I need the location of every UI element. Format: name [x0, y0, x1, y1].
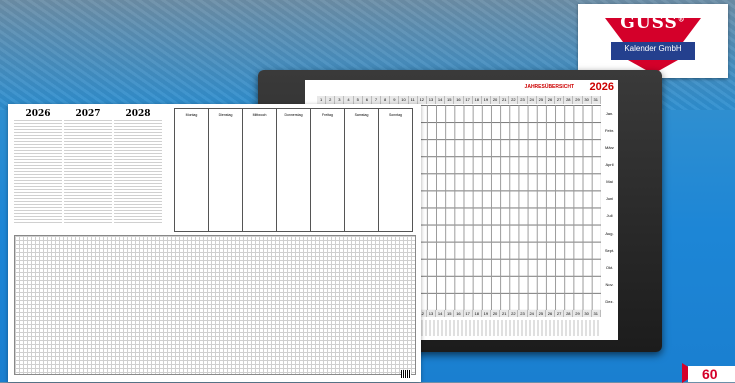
day-number: 29	[573, 96, 583, 104]
calendar-body	[114, 120, 162, 225]
weekday-column: Mittwoch	[243, 109, 277, 231]
day-number: 19	[482, 310, 491, 317]
month-label: Sept.	[604, 247, 615, 253]
day-number: 2	[326, 96, 336, 104]
year-calendar-2: 2027	[64, 108, 112, 228]
day-number: 20	[491, 96, 501, 104]
day-number: 13	[427, 96, 437, 104]
day-number: 5	[354, 96, 363, 104]
day-number: 28	[564, 310, 574, 317]
day-number: 27	[555, 310, 565, 317]
day-number: 11	[409, 96, 418, 104]
weekday-column: Montag	[175, 109, 209, 231]
day-number: 21	[500, 96, 510, 104]
month-column: Jan. Febr. März April Mai Juni Juli Aug. Sept. Ok…	[601, 105, 618, 310]
month-label: Febr.	[604, 128, 615, 134]
brand-subtitle: Kalender GmbH	[624, 44, 682, 53]
calendar-year: 2026	[25, 109, 51, 119]
day-number: 22	[509, 310, 519, 317]
day-number: 14	[436, 96, 446, 104]
month-label: Juli	[606, 213, 613, 219]
day-number: 21	[500, 310, 510, 317]
day-number: 26	[546, 96, 556, 104]
day-number-row: 1 2 3 4 5 6 7 8 9 10 11 12 13 14 15 16 17 18 19 20 21 22 23 24 2…	[317, 96, 601, 104]
month-label: April	[605, 162, 614, 168]
day-number: 25	[537, 310, 546, 317]
size-badge: 60	[688, 366, 735, 382]
day-number: 22	[509, 96, 519, 104]
day-number: 8	[381, 96, 391, 104]
day-number: 15	[445, 96, 455, 104]
day-number: 16	[454, 96, 464, 104]
day-number: 16	[454, 310, 464, 317]
month-label: Juni	[605, 196, 614, 202]
month-label: Dez.	[605, 298, 614, 304]
desk-calendar-sheet: 2026 2027 2028 Montag Dienstag Mittwoch …	[8, 104, 421, 382]
year-planner-title: JAHRESÜBERSICHT	[524, 84, 574, 90]
weekday-column: Donnerstag	[277, 109, 311, 231]
day-number: 9	[390, 96, 400, 104]
year-calendar-3: 2028	[114, 108, 162, 228]
day-number: 1	[317, 96, 327, 104]
month-label: März	[605, 145, 614, 151]
day-number: 17	[464, 96, 473, 104]
day-number: 7	[372, 96, 382, 104]
day-number: 12	[418, 96, 427, 104]
barcode-icon	[401, 370, 411, 378]
day-number: 30	[583, 96, 592, 104]
month-label: Nov.	[605, 281, 614, 287]
month-label: Jan.	[605, 111, 614, 116]
day-number: 31	[592, 310, 601, 317]
day-number: 18	[473, 96, 482, 104]
day-number: 4	[344, 96, 354, 104]
day-number: 28	[564, 96, 574, 104]
day-number: 27	[555, 96, 565, 104]
day-number: 20	[491, 310, 501, 317]
day-number: 6	[363, 96, 372, 104]
note-grid	[14, 235, 416, 375]
calendar-year: 2028	[125, 109, 151, 119]
day-number: 13	[427, 310, 437, 317]
year-planner-year: 2026	[589, 81, 614, 93]
day-number: 19	[482, 96, 491, 104]
day-number: 10	[399, 96, 409, 104]
day-number: 31	[592, 96, 601, 104]
day-number: 3	[335, 96, 345, 104]
day-number: 23	[518, 96, 528, 104]
day-number: 30	[583, 310, 592, 317]
day-number: 15	[445, 310, 455, 317]
day-number: 17	[464, 310, 473, 317]
month-label: Okt.	[605, 264, 614, 270]
day-number: 14	[436, 310, 446, 317]
day-number: 23	[518, 310, 528, 317]
weekday-column: Freitag	[311, 109, 345, 231]
brand-name: GÜSS®	[620, 13, 686, 33]
month-label: Mai	[606, 179, 613, 185]
weekday-column: Dienstag	[209, 109, 243, 231]
week-planner: Montag Dienstag Mittwoch Donnerstag Frei…	[174, 108, 413, 232]
calendar-body	[64, 120, 112, 225]
day-number: 18	[473, 310, 482, 317]
day-number: 24	[528, 96, 537, 104]
day-number: 29	[573, 310, 583, 317]
brand-logo: GÜSS® Kalender GmbH	[578, 4, 728, 78]
weekday-column: Samstag	[345, 109, 379, 231]
day-number: 24	[528, 310, 537, 317]
month-label: Aug.	[605, 230, 614, 236]
day-number: 25	[537, 96, 546, 104]
year-calendar-1: 2026	[14, 108, 62, 228]
calendar-year: 2027	[75, 109, 101, 119]
calendar-body	[14, 120, 62, 225]
weekday-column: Sonntag	[388, 113, 403, 117]
day-number: 26	[546, 310, 556, 317]
